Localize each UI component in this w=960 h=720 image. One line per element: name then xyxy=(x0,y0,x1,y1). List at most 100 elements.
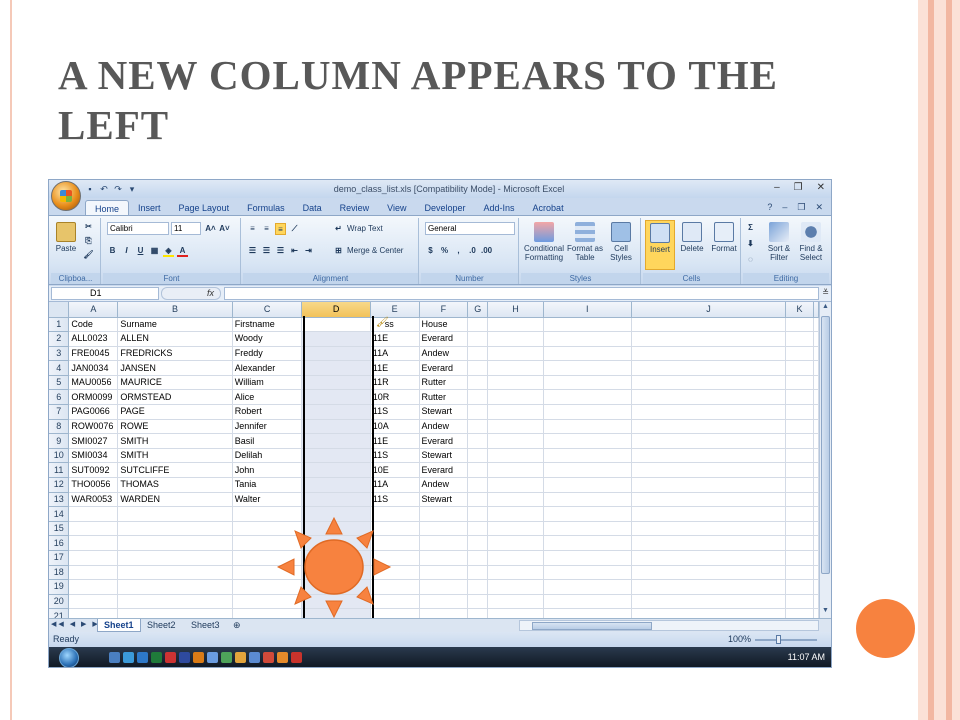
cell-i17[interactable] xyxy=(543,550,632,566)
cell-k16[interactable] xyxy=(785,535,814,551)
media-icon[interactable] xyxy=(277,652,288,663)
find-select-button[interactable]: Find & Select xyxy=(795,222,827,262)
insert-cells-button[interactable]: Insert xyxy=(645,220,675,270)
cell-k1[interactable] xyxy=(785,317,814,333)
cell-j5[interactable] xyxy=(631,375,787,391)
cell-i20[interactable] xyxy=(543,594,632,610)
cell-f3[interactable]: Andew xyxy=(419,346,469,362)
cell-a21[interactable] xyxy=(68,608,119,618)
cell-b20[interactable] xyxy=(117,594,233,610)
name-box[interactable]: D1 xyxy=(51,287,159,300)
photoshop-icon[interactable] xyxy=(179,652,190,663)
cell-d2[interactable] xyxy=(301,331,371,347)
row-header[interactable]: 16 xyxy=(49,535,70,551)
cell-a11[interactable]: SUT0092 xyxy=(68,462,119,479)
clear-icon[interactable]: ◌ xyxy=(745,254,756,266)
cell-d9[interactable] xyxy=(301,433,371,449)
cell-g4[interactable] xyxy=(467,360,489,376)
row-header[interactable]: 5 xyxy=(49,375,70,391)
cell-j8[interactable] xyxy=(631,419,787,435)
cell-c3[interactable]: Freddy xyxy=(232,346,303,362)
cell-i3[interactable] xyxy=(543,346,632,362)
cell-g6[interactable] xyxy=(467,389,489,406)
cell-a8[interactable]: ROW0076 xyxy=(68,419,119,435)
row-header[interactable]: 17 xyxy=(49,550,70,566)
vertical-scrollbar[interactable]: ▲ ▼ xyxy=(819,302,831,618)
cell-h11[interactable] xyxy=(487,462,544,479)
cell-d5[interactable] xyxy=(301,375,371,391)
vertical-scroll-thumb[interactable] xyxy=(821,316,830,574)
cell-c2[interactable]: Woody xyxy=(232,331,303,347)
cell-b6[interactable]: ORMSTEAD xyxy=(117,389,233,406)
cell-g13[interactable] xyxy=(467,492,489,508)
cell-b7[interactable]: PAGE xyxy=(117,404,233,420)
cell-i18[interactable] xyxy=(543,565,632,581)
cell-k15[interactable] xyxy=(785,521,814,537)
cell-k6[interactable] xyxy=(785,389,814,406)
insert-sheet-icon[interactable]: ⊕ xyxy=(227,619,247,632)
cell-h7[interactable] xyxy=(487,404,544,420)
cell-g14[interactable] xyxy=(467,506,489,522)
cell-i21[interactable] xyxy=(543,608,632,618)
cell-b19[interactable] xyxy=(117,579,233,595)
workbook-close-icon[interactable]: ✕ xyxy=(815,202,823,213)
tab-view[interactable]: View xyxy=(378,200,415,216)
cell-k5[interactable] xyxy=(785,375,814,391)
cell-e3[interactable]: 11A xyxy=(370,346,420,362)
sort-filter-button[interactable]: Sort & Filter xyxy=(763,222,795,262)
tab-review[interactable]: Review xyxy=(331,200,379,216)
cell-k20[interactable] xyxy=(785,594,814,610)
cell-h5[interactable] xyxy=(487,375,544,391)
cell-a5[interactable]: MAU0056 xyxy=(68,375,119,391)
tab-page-layout[interactable]: Page Layout xyxy=(170,200,239,216)
desktop-icon[interactable] xyxy=(109,652,120,663)
column-header-i[interactable]: I xyxy=(543,302,632,318)
cell-j17[interactable] xyxy=(631,550,787,566)
column-header-d[interactable]: D xyxy=(301,302,371,318)
number-format-combo[interactable]: General xyxy=(425,222,515,235)
cell-k2[interactable] xyxy=(785,331,814,347)
cell-d8[interactable] xyxy=(301,419,371,435)
cell-k8[interactable] xyxy=(785,419,814,435)
cell-a4[interactable]: JAN0034 xyxy=(68,360,119,376)
increase-indent-icon[interactable]: ⇥ xyxy=(303,245,314,257)
cell-d7[interactable] xyxy=(301,404,371,420)
align-left-icon[interactable]: ☰ xyxy=(247,245,258,257)
cell-d11[interactable] xyxy=(301,462,371,479)
grow-font-icon[interactable]: A˄ xyxy=(205,223,216,235)
minimize-icon[interactable]: – xyxy=(774,182,780,193)
cell-h3[interactable] xyxy=(487,346,544,362)
cell-j2[interactable] xyxy=(631,331,787,347)
cell-g17[interactable] xyxy=(467,550,489,566)
cell-i16[interactable] xyxy=(543,535,632,551)
cell-h19[interactable] xyxy=(487,579,544,595)
cell-b15[interactable] xyxy=(117,521,233,537)
bold-icon[interactable]: B xyxy=(107,245,118,257)
cell-k21[interactable] xyxy=(785,608,814,618)
cell-h4[interactable] xyxy=(487,360,544,376)
row-header[interactable]: 18 xyxy=(49,565,70,581)
comma-icon[interactable]: , xyxy=(453,245,464,257)
cell-g10[interactable] xyxy=(467,448,489,464)
cell-i15[interactable] xyxy=(543,521,632,537)
row-header[interactable]: 4 xyxy=(49,360,70,376)
cell-a7[interactable]: PAG0066 xyxy=(68,404,119,420)
vlc-icon[interactable] xyxy=(235,652,246,663)
cell-a16[interactable] xyxy=(68,535,119,551)
cell-j7[interactable] xyxy=(631,404,787,420)
select-all-corner[interactable] xyxy=(49,302,70,318)
cell-g16[interactable] xyxy=(467,535,489,551)
cell-k19[interactable] xyxy=(785,579,814,595)
cell-b5[interactable]: MAURICE xyxy=(117,375,233,391)
cell-h9[interactable] xyxy=(487,433,544,449)
cell-d13[interactable] xyxy=(301,492,371,508)
flash-icon[interactable] xyxy=(165,652,176,663)
cell-f20[interactable] xyxy=(419,594,469,610)
cell-b3[interactable]: FREDRICKS xyxy=(117,346,233,362)
cell-i4[interactable] xyxy=(543,360,632,376)
format-painter-icon[interactable]: 🖌 xyxy=(83,249,94,261)
sheet-tab-sheet2[interactable]: Sheet2 xyxy=(141,619,182,632)
insert-options-icon[interactable]: 🖌 xyxy=(376,317,389,328)
align-right-icon[interactable]: ☰ xyxy=(275,245,286,257)
cell-a17[interactable] xyxy=(68,550,119,566)
